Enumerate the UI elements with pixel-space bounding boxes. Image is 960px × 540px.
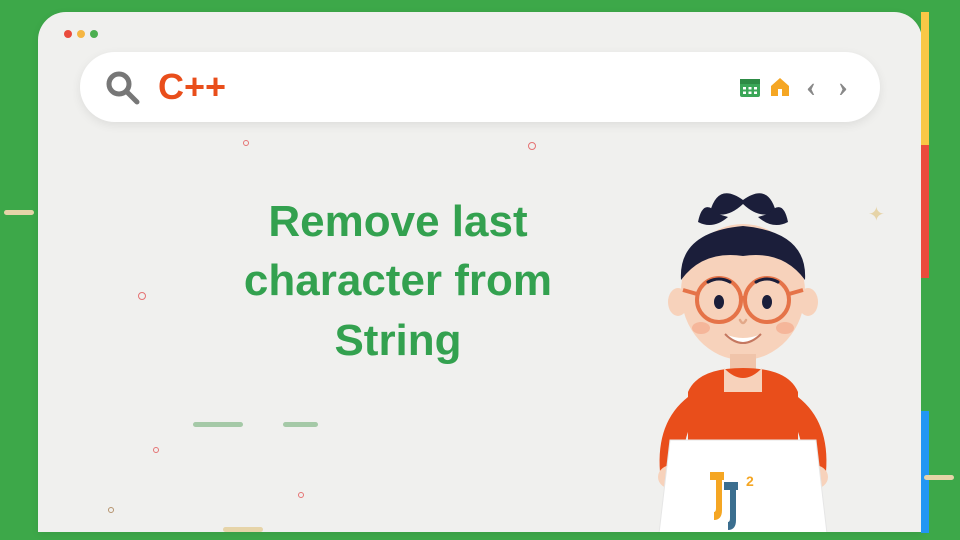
minimize-dot[interactable]: [77, 30, 85, 38]
browser-card: C++ ‹ › Remove last character from Strin…: [38, 12, 922, 532]
search-icon: [104, 69, 140, 105]
close-dot[interactable]: [64, 30, 72, 38]
edge-stripe: [921, 145, 929, 278]
decorative-bar: [193, 422, 243, 427]
search-query: C++: [158, 66, 738, 108]
page-title: Remove last character from String: [178, 192, 618, 370]
decorative-circle: [138, 292, 146, 300]
edge-stripe: [921, 278, 929, 411]
decorative-circle: [108, 507, 114, 513]
decorative-bar: [283, 422, 318, 427]
svg-text:2: 2: [746, 473, 754, 489]
decorative-circle: [243, 140, 249, 146]
character-illustration: 2: [598, 192, 888, 532]
decorative-circle: [528, 142, 536, 150]
decorative-circle: [153, 447, 159, 453]
decorative-star: ✦: [868, 202, 885, 227]
nav-back-icon[interactable]: ‹: [798, 74, 824, 100]
decorative-circle: [298, 492, 304, 498]
search-bar[interactable]: C++ ‹ ›: [80, 52, 880, 122]
decorative-bar: [223, 527, 263, 532]
decorative-bar: [924, 475, 954, 480]
home-icon[interactable]: [768, 75, 792, 99]
nav-icons: ‹ ›: [738, 74, 856, 100]
edge-stripe: [921, 411, 929, 533]
decorative-bar: [4, 210, 34, 215]
nav-forward-icon[interactable]: ›: [830, 74, 856, 100]
window-controls: [64, 30, 98, 38]
zoom-dot[interactable]: [90, 30, 98, 38]
calendar-icon[interactable]: [738, 75, 762, 99]
edge-stripe: [921, 12, 929, 145]
